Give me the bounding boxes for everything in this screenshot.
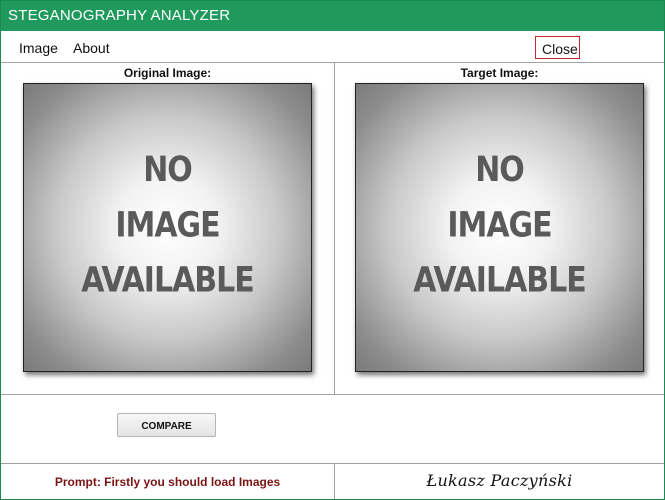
no-image-line: IMAGE <box>115 205 220 246</box>
menu-bar: Image About Close <box>1 31 664 63</box>
no-image-text: NO IMAGE AVAILABLE <box>24 143 311 309</box>
no-image-line: NO <box>143 150 193 191</box>
menu-image[interactable]: Image <box>19 40 58 56</box>
close-button[interactable]: Close <box>535 36 580 59</box>
compare-area: COMPARE <box>1 395 664 464</box>
author-signature: Łukasz Paczyński <box>426 471 573 490</box>
compare-button[interactable]: COMPARE <box>117 413 216 437</box>
title-bar: STEGANOGRAPHY ANALYZER <box>1 1 664 31</box>
menu-about[interactable]: About <box>73 40 110 56</box>
no-image-line: AVAILABLE <box>81 260 255 301</box>
target-image-placeholder: NO IMAGE AVAILABLE <box>355 83 644 372</box>
target-image-label: Target Image: <box>460 66 539 80</box>
no-image-line: IMAGE <box>447 205 552 246</box>
signature-area: Łukasz Paczyński <box>335 464 664 499</box>
no-image-text: NO IMAGE AVAILABLE <box>356 143 643 309</box>
app-title: STEGANOGRAPHY ANALYZER <box>8 7 231 24</box>
status-prompt: Prompt: Firstly you should load Images <box>54 475 281 489</box>
target-image-panel: Target Image: NO IMAGE AVAILABLE <box>335 63 664 395</box>
no-image-line: NO <box>475 150 525 191</box>
status-prompt-area: Prompt: Firstly you should load Images <box>1 464 335 499</box>
original-image-placeholder: NO IMAGE AVAILABLE <box>23 83 312 372</box>
original-image-label: Original Image: <box>123 66 212 80</box>
app-window: STEGANOGRAPHY ANALYZER Image About Close… <box>0 0 665 500</box>
original-image-panel: Original Image: NO IMAGE AVAILABLE <box>1 63 335 395</box>
no-image-line: AVAILABLE <box>413 260 587 301</box>
